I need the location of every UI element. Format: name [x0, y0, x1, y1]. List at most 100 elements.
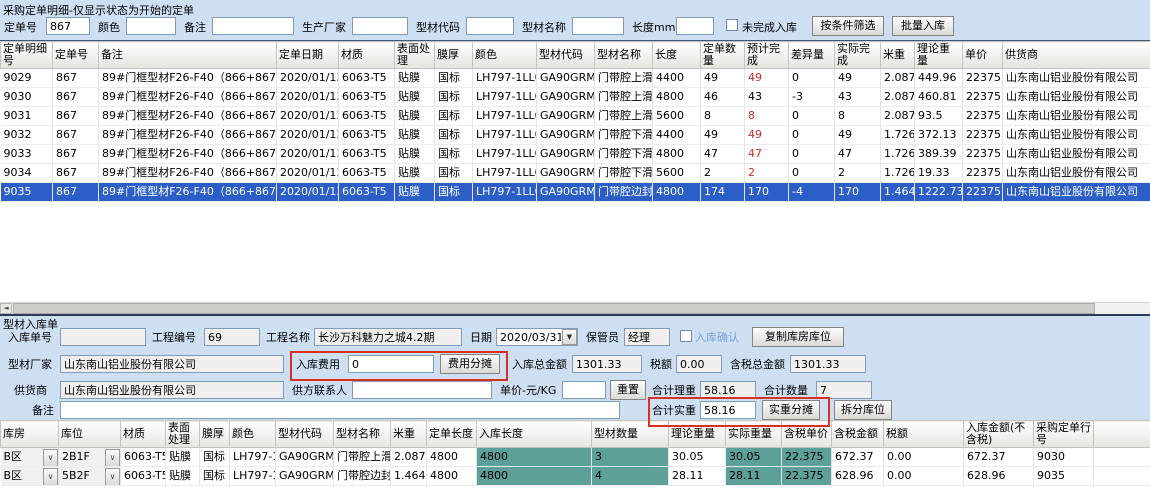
column-header[interactable]: 定单明细号	[1, 42, 53, 69]
table-row[interactable]: 903386789#门框型材F26-F40（866+867）2020/01/13…	[1, 145, 1150, 164]
inbound-total-input[interactable]	[572, 355, 642, 373]
project-name-input[interactable]	[314, 328, 462, 346]
cell: 9030	[1034, 448, 1094, 467]
column-header[interactable]: 实际完成	[835, 42, 881, 69]
cell: 22375	[963, 164, 1003, 183]
dropdown-arrow-icon[interactable]: ∨	[105, 468, 120, 486]
column-header[interactable]	[1094, 421, 1150, 448]
supplier-input[interactable]	[60, 381, 284, 399]
calendar-dropdown-icon[interactable]: ▼	[562, 329, 577, 345]
total-qty-input[interactable]	[816, 381, 872, 399]
scroll-left-icon[interactable]: ◄	[0, 303, 12, 314]
table-row[interactable]: B区∨5B2F∨6063-T5贴膜国标LH797-1LL0GA90GRM05门带…	[1, 467, 1150, 486]
dropdown-arrow-icon[interactable]: ∨	[43, 449, 58, 467]
filter-manufacturer-input[interactable]	[352, 17, 408, 35]
cell: GA90GRM04	[537, 145, 595, 164]
column-header[interactable]: 实际重量	[726, 421, 782, 448]
inbound-confirm-checkbox[interactable]	[680, 330, 692, 342]
supplier-label: 供货商	[14, 384, 47, 398]
column-header[interactable]: 膜厚	[200, 421, 230, 448]
dropdown-arrow-icon[interactable]: ∨	[105, 449, 120, 467]
column-header[interactable]: 定单号	[53, 42, 99, 69]
unit-price-input[interactable]	[562, 381, 606, 399]
supplier-contact-input[interactable]	[352, 381, 492, 399]
column-header[interactable]: 颜色	[230, 421, 276, 448]
table-row[interactable]: 903486789#门框型材F26-F40（866+867）2020/01/13…	[1, 164, 1150, 183]
cell: 2020/01/13	[277, 164, 339, 183]
column-header[interactable]: 含税单价	[782, 421, 832, 448]
split-location-button[interactable]: 拆分库位	[834, 400, 892, 420]
column-header[interactable]: 供货商	[1003, 42, 1150, 69]
column-header[interactable]: 长度	[653, 42, 701, 69]
column-header[interactable]: 库房	[1, 421, 59, 448]
filter-length-input[interactable]	[676, 17, 714, 35]
table-row[interactable]: B区∨2B1F∨6063-T5贴膜国标LH797-1LL0GA90GRM03门带…	[1, 448, 1150, 467]
column-header[interactable]: 型材名称	[595, 42, 653, 69]
column-header[interactable]: 库位	[59, 421, 121, 448]
column-header[interactable]: 入库长度	[477, 421, 592, 448]
column-header[interactable]: 表面处理	[166, 421, 200, 448]
column-header[interactable]: 颜色	[473, 42, 537, 69]
keeper-input[interactable]	[624, 328, 670, 346]
batch-inbound-button[interactable]: 批量入库	[892, 16, 954, 36]
copy-warehouse-button[interactable]: 复制库房库位	[752, 327, 844, 347]
filter-by-condition-button[interactable]: 按条件筛选	[812, 16, 884, 36]
cell: 山东南山铝业股份有限公司	[1003, 126, 1150, 145]
factory-input[interactable]	[60, 355, 284, 373]
table-row[interactable]: 903586789#门框型材F26-F40（866+867）2020/01/13…	[1, 183, 1150, 202]
table-row[interactable]: 902986789#门框型材F26-F40（866+867）2020/01/13…	[1, 69, 1150, 88]
cell: 628.96	[832, 467, 884, 486]
total-actual-input[interactable]	[700, 401, 756, 419]
column-header[interactable]: 差异量	[789, 42, 835, 69]
column-header[interactable]: 入库金额(不含税)	[964, 421, 1034, 448]
table-row[interactable]: 903186789#门框型材F26-F40（866+867）2020/01/13…	[1, 107, 1150, 126]
column-header[interactable]: 材质	[121, 421, 166, 448]
column-header[interactable]: 米重	[391, 421, 427, 448]
remark-input[interactable]	[60, 401, 620, 419]
fee-label: 入库费用	[296, 358, 340, 372]
table-row[interactable]: 903086789#门框型材F26-F40（866+867）2020/01/13…	[1, 88, 1150, 107]
column-header[interactable]: 型材名称	[334, 421, 391, 448]
fee-input[interactable]	[348, 355, 434, 373]
cell: 山东南山铝业股份有限公司	[1003, 69, 1150, 88]
column-header[interactable]: 定单日期	[277, 42, 339, 69]
column-header[interactable]: 型材代码	[537, 42, 595, 69]
filter-profile-name-input[interactable]	[572, 17, 624, 35]
column-header[interactable]: 采购定单行号	[1034, 421, 1094, 448]
column-header[interactable]: 税额	[884, 421, 964, 448]
tax-total-input[interactable]	[790, 355, 866, 373]
reset-button[interactable]: 重置	[610, 380, 646, 400]
filter-profile-code-input[interactable]	[466, 17, 514, 35]
unfinished-checkbox[interactable]	[726, 19, 738, 31]
column-header[interactable]: 材质	[339, 42, 395, 69]
cell: 49	[835, 69, 881, 88]
filter-remark-input[interactable]	[212, 17, 294, 35]
column-header[interactable]: 单价	[963, 42, 1003, 69]
total-theory-input[interactable]	[700, 381, 756, 399]
filter-order-no-input[interactable]	[46, 17, 90, 35]
table-row[interactable]: 903286789#门框型材F26-F40（866+867）2020/01/13…	[1, 126, 1150, 145]
column-header[interactable]: 定单数量	[701, 42, 745, 69]
column-header[interactable]: 定单长度	[427, 421, 477, 448]
dropdown-arrow-icon[interactable]: ∨	[43, 468, 58, 486]
cell: LH797-1LL0	[473, 88, 537, 107]
column-header[interactable]: 含税金额	[832, 421, 884, 448]
column-header[interactable]: 型材数量	[592, 421, 669, 448]
tax-input[interactable]	[676, 355, 722, 373]
inbound-no-input[interactable]	[60, 328, 146, 346]
column-header[interactable]: 理论重量	[669, 421, 726, 448]
column-header[interactable]: 膜厚	[435, 42, 473, 69]
filter-color-input[interactable]	[126, 17, 176, 35]
column-header[interactable]: 备注	[99, 42, 277, 69]
column-header[interactable]: 表面处理	[395, 42, 435, 69]
column-header[interactable]: 型材代码	[276, 421, 334, 448]
scrollbar-thumb[interactable]	[13, 303, 1095, 314]
column-header[interactable]: 米重	[881, 42, 915, 69]
project-no-input[interactable]	[204, 328, 260, 346]
filter-remark-label: 备注	[184, 21, 206, 35]
actual-share-button[interactable]: 实重分摊	[762, 400, 820, 420]
fee-share-button[interactable]: 费用分摊	[440, 354, 500, 374]
cell: 28.11	[726, 467, 782, 486]
column-header[interactable]: 预计完成	[745, 42, 789, 69]
column-header[interactable]: 理论重量	[915, 42, 963, 69]
